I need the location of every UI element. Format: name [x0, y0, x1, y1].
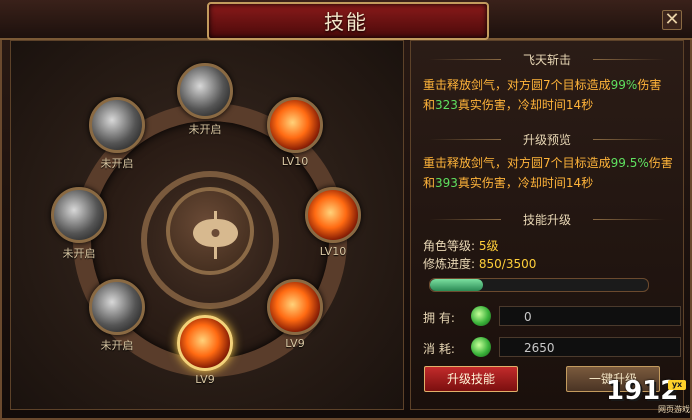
skill-slot-upper-left[interactable] — [89, 97, 145, 153]
desc-percent: 99% — [610, 78, 638, 92]
role-level: 角色等级: 5级 — [423, 237, 499, 254]
upgrade-title: 技能升级 — [522, 213, 571, 227]
skill-slot-upper-right[interactable] — [267, 97, 323, 153]
preview-dmg: 393 — [435, 176, 458, 190]
skill-slot-right[interactable] — [305, 187, 361, 243]
skill-slot-top[interactable] — [177, 63, 233, 119]
skill-slot-bottom[interactable] — [177, 315, 233, 371]
skill-label-top: 未开启 — [188, 123, 222, 136]
green-orb-icon — [471, 337, 491, 357]
skill-name: 飞天斩击 — [522, 53, 571, 67]
own-label: 拥 有: — [423, 311, 455, 325]
progress-text: 修炼进度: 850/3500 — [423, 255, 536, 272]
skill-label-upper-left: 未开启 — [100, 157, 134, 170]
cost-value: 2650 — [524, 341, 555, 355]
progress-label: 修炼进度: — [423, 257, 476, 271]
skill-preview-desc: 重击释放剑气，对方圆7个目标造成99.5%伤害和393真实伤害，冷却时间14秒 — [423, 153, 673, 193]
skill-slot-lower-right[interactable] — [267, 279, 323, 335]
desc-suffix: 真实伤害，冷却时间14秒 — [457, 98, 594, 112]
axe-icon — [166, 187, 254, 275]
skill-label-lower-left: 未开启 — [100, 339, 134, 352]
desc-prefix: 重击释放剑气，对方圆7个目标造成 — [423, 78, 611, 92]
watermark-sub: 网页游戏 — [658, 405, 690, 414]
progress-bar — [429, 278, 649, 292]
own-value-box: 0 — [499, 306, 681, 326]
skill-label-upper-right: LV10 — [281, 155, 309, 168]
skill-detail-panel: 飞天斩击 重击释放剑气，对方圆7个目标造成99%伤害和323真实伤害，冷却时间1… — [410, 40, 684, 410]
green-orb-icon — [471, 306, 491, 326]
axe-icon-graphic — [193, 211, 238, 259]
skill-wheel-panel: 未开启 LV10 LV10 LV9 LV9 未开启 未开启 未开启 — [10, 40, 404, 410]
progress-value: 850/3500 — [478, 257, 537, 271]
skill-label-left: 未开启 — [62, 247, 96, 260]
skill-label-bottom: LV9 — [195, 373, 215, 386]
desc-dmg: 323 — [435, 98, 458, 112]
skill-slot-lower-left[interactable] — [89, 279, 145, 335]
preview-percent: 99.5% — [610, 156, 649, 170]
preview-suffix: 真实伤害，冷却时间14秒 — [457, 176, 594, 190]
watermark-badge: yx — [668, 380, 686, 390]
skill-label-right: LV10 — [319, 245, 347, 258]
close-button[interactable]: ✕ — [662, 10, 682, 30]
preview-prefix: 重击释放剑气，对方圆7个目标造成 — [423, 156, 611, 170]
cost-value-box: 2650 — [499, 337, 681, 357]
cost-label: 消 耗: — [423, 342, 455, 356]
progress-fill — [430, 279, 483, 291]
role-level-value: 5级 — [478, 239, 499, 253]
role-level-label: 角色等级: — [423, 239, 476, 253]
site-watermark: 1912 yx 网页游戏 — [606, 374, 690, 418]
skill-label-lower-right: LV9 — [285, 337, 305, 350]
window-title: 技能 — [324, 10, 368, 34]
upgrade-skill-button[interactable]: 升级技能 — [424, 366, 518, 392]
preview-title: 升级预览 — [522, 133, 571, 147]
skill-current-desc: 重击释放剑气，对方圆7个目标造成99%伤害和323真实伤害，冷却时间14秒 — [423, 75, 673, 115]
skill-slot-left[interactable] — [51, 187, 107, 243]
own-value: 0 — [524, 310, 532, 324]
